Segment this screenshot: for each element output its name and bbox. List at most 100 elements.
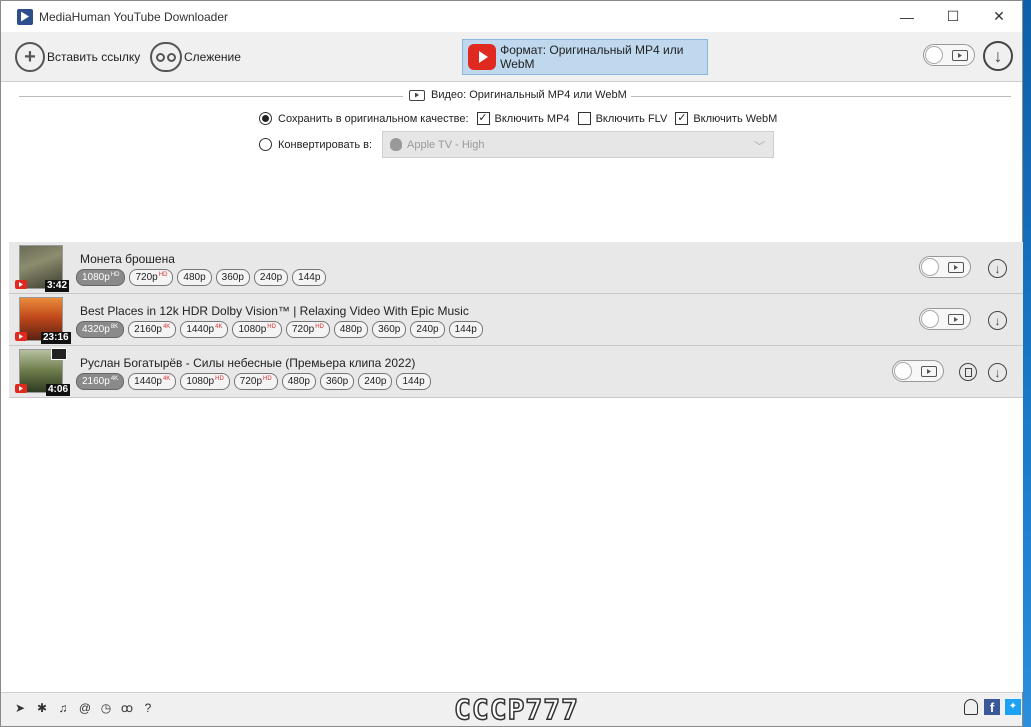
facebook-icon[interactable]: f [984, 699, 1000, 715]
title-bar: MediaHuman YouTube Downloader — ☐ ✕ [1, 1, 1022, 32]
arrow-down-icon: ↓ [994, 313, 1001, 328]
video-title: Руслан Богатырёв - Силы небесные (Премье… [80, 356, 416, 370]
divider [631, 96, 1011, 97]
list-item[interactable]: 23:16 Best Places in 12k HDR Dolby Visio… [9, 294, 1023, 346]
document-icon[interactable] [959, 363, 977, 381]
convert-row: Конвертировать в: [259, 138, 372, 151]
include-webm-checkbox[interactable]: ✓ [675, 112, 689, 125]
film-icon [952, 50, 968, 61]
convert-format-select[interactable]: Apple TV - High ﹀ [382, 131, 774, 158]
clock-icon[interactable]: ◷ [99, 701, 113, 715]
divider [19, 96, 403, 97]
chevron-down-icon: ﹀ [754, 141, 765, 153]
quality-chip[interactable]: 360p [319, 373, 355, 390]
duration-badge: 4:06 [46, 384, 71, 396]
download-button[interactable]: ↓ [988, 259, 1007, 278]
youtube-icon [15, 280, 27, 289]
film-icon [948, 314, 964, 325]
quality-chip[interactable]: 1440p 4K [180, 321, 229, 338]
quality-chip[interactable]: 360p [372, 321, 407, 338]
duration-badge: 3:42 [45, 280, 70, 292]
duration-badge: 23:16 [41, 332, 71, 344]
settings-section-title: Видео: Оригинальный MP4 или WebM [409, 89, 627, 101]
video-mode-toggle[interactable] [923, 44, 975, 66]
quality-chip[interactable]: 480p [177, 269, 212, 286]
playlist-icon [51, 348, 67, 360]
include-mp4-label: Включить MP4 [494, 112, 570, 125]
quality-chip[interactable]: 240p [253, 269, 289, 286]
quality-chip[interactable]: 1080p HD [232, 321, 282, 338]
plus-icon: + [15, 42, 45, 72]
desktop-background [1023, 0, 1031, 727]
youtube-icon [15, 332, 27, 341]
toolbar: + Вставить ссылку Слежение Формат: Ориги… [1, 32, 1022, 82]
quality-chip[interactable]: 144p [396, 373, 431, 390]
quality-chip[interactable]: 480p [333, 321, 369, 338]
video-mode-toggle[interactable] [919, 256, 971, 278]
minimize-button[interactable]: — [884, 1, 930, 32]
snail-icon[interactable]: @ [78, 701, 92, 715]
save-original-radio[interactable] [259, 112, 272, 125]
window-title: MediaHuman YouTube Downloader [39, 9, 229, 24]
quality-chip[interactable]: 1080p HD [180, 373, 230, 390]
convert-radio[interactable] [259, 138, 272, 151]
help-icon[interactable]: ? [141, 701, 155, 715]
video-title: Best Places in 12k HDR Dolby Vision™ | R… [80, 304, 469, 318]
film-icon [921, 366, 937, 377]
video-title: Монета брошена [80, 252, 175, 266]
quality-chip[interactable]: 1080p HD [76, 269, 126, 286]
quality-chip[interactable]: 720p HD [233, 373, 278, 390]
app-logo-icon [17, 8, 33, 25]
include-webm-label: Включить WebM [693, 112, 778, 125]
quality-chips: 1080p HD 720p HD 480p 360p 240p 144p [76, 269, 330, 286]
video-mode-toggle[interactable] [919, 308, 971, 330]
download-button[interactable]: ↓ [988, 311, 1007, 330]
music-note-icon[interactable]: ♫ [56, 701, 70, 715]
film-icon [409, 89, 425, 101]
download-all-button[interactable]: ↓ [983, 41, 1013, 71]
quality-chip[interactable]: 360p [215, 269, 250, 286]
youtube-icon [15, 384, 27, 393]
apple-icon [390, 138, 402, 151]
binoculars-icon[interactable]: ꝏ [120, 701, 134, 715]
quality-chip[interactable]: 144p [292, 269, 327, 286]
convert-label: Конвертировать в: [278, 138, 373, 151]
save-original-label: Сохранить в оригинальном качестве: [278, 112, 469, 125]
quality-chips: 2160p 4K 1440p 4K 1080p HD 720p HD 480p 360p… [76, 373, 435, 390]
format-button[interactable]: Формат: Оригинальный MP4 или WebM [462, 39, 708, 75]
quality-chip[interactable]: 2160p 4K [76, 373, 125, 390]
quality-chip[interactable]: 1440p 4K [128, 373, 177, 390]
paste-link-button[interactable]: + Вставить ссылку [15, 41, 140, 73]
quality-chip[interactable]: 240p [410, 321, 445, 338]
quality-chip[interactable]: 2160p 4K [128, 321, 177, 338]
maximize-button[interactable]: ☐ [930, 1, 976, 32]
quality-chip[interactable]: 144p [448, 321, 483, 338]
download-button[interactable]: ↓ [988, 363, 1007, 382]
list-item[interactable]: 3:42 Монета брошена 1080p HD 720p HD 480p … [9, 242, 1023, 294]
close-button[interactable]: ✕ [976, 1, 1022, 32]
quality-chip[interactable]: 720p HD [285, 321, 330, 338]
watermark: СССР777 [453, 692, 580, 727]
include-flv-label: Включить FLV [595, 112, 668, 125]
gear-icon[interactable]: ✱ [35, 701, 49, 715]
ghost-icon[interactable] [964, 699, 978, 715]
quality-chip[interactable]: 240p [358, 373, 393, 390]
youtube-icon [468, 44, 497, 70]
tracking-label: Слежение [184, 50, 241, 64]
include-mp4-checkbox[interactable]: ✓ [476, 112, 490, 125]
twitter-icon[interactable]: ✦ [1005, 699, 1021, 715]
list-item[interactable]: 4:06 Руслан Богатырёв - Силы небесные (П… [9, 346, 1023, 398]
arrow-down-icon: ↓ [994, 261, 1001, 276]
status-bar: ➤ ✱ ♫ @ ◷ ꝏ ? СССР777 f ✦ [1, 692, 1022, 727]
video-mode-toggle[interactable] [892, 360, 944, 382]
tracking-button[interactable]: Слежение [150, 41, 241, 73]
convert-format-value: Apple TV - High [407, 138, 485, 151]
telegram-icon[interactable]: ➤ [13, 701, 27, 715]
save-original-row: Сохранить в оригинальном качестве: ✓ Вкл… [259, 112, 777, 125]
quality-chip[interactable]: 480p [281, 373, 316, 390]
include-flv-checkbox[interactable] [577, 112, 591, 125]
quality-chip[interactable]: 720p HD [129, 269, 174, 286]
download-list: 3:42 Монета брошена 1080p HD 720p HD 480p … [9, 242, 1023, 692]
quality-chip[interactable]: 4320p 8K [76, 321, 125, 338]
paste-link-label: Вставить ссылку [47, 50, 141, 64]
